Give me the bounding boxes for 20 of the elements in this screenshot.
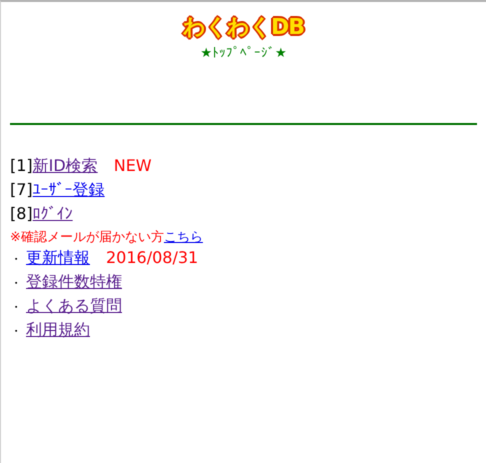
bullet-mark: ・ [10,323,23,340]
menu-link[interactable]: こちら [164,228,203,246]
item-number: [7] [10,180,33,199]
menu-link[interactable]: 登録件数特権 [26,272,122,293]
menu-link[interactable]: ﾕｰｻﾞｰ登録 [32,180,105,201]
item-number: [1] [10,156,33,175]
bullet-mark: ・ [10,299,23,316]
bullet-mark: ・ [10,251,23,268]
menu-link[interactable]: ﾛｸﾞｲﾝ [32,204,73,223]
menu-link[interactable]: よくある質問 [26,296,122,317]
menu-link[interactable]: 更新情報 [26,248,90,269]
menu-link[interactable]: 新ID検索 [32,156,98,177]
update-date: 2016/08/31 [106,248,198,267]
item-number: [8] [10,204,33,223]
new-label: NEW [114,156,152,175]
bullet-mark: ・ [10,275,23,292]
page-subtitle: ★ﾄｯﾌﾟﾍﾟｰｼﾞ★ [200,46,287,61]
menu-link[interactable]: 利用規約 [26,320,90,341]
site-logo: わくわくDB [182,14,304,42]
notice-text: ※確認メールが届かない方 [10,229,164,246]
